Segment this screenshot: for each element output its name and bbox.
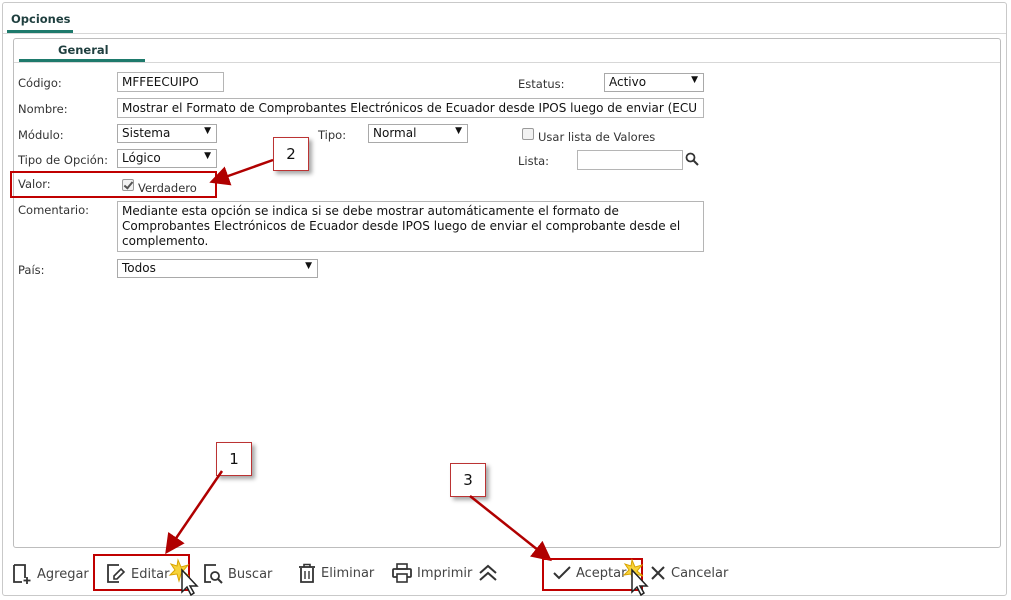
editar-button[interactable]: Editar [106, 563, 170, 585]
aceptar-label: Aceptar [576, 565, 627, 581]
close-icon [651, 566, 665, 580]
edit-document-icon [107, 564, 126, 583]
eliminar-button[interactable]: Eliminar [298, 563, 374, 583]
imprimir-button[interactable]: Imprimir [392, 563, 472, 583]
buscar-button[interactable]: Buscar [203, 563, 272, 585]
trash-icon [299, 563, 315, 583]
search-document-icon [204, 564, 223, 584]
arrow-1 [165, 470, 224, 555]
buscar-label: Buscar [228, 566, 273, 582]
agregar-button[interactable]: Agregar [12, 563, 89, 585]
printer-icon [392, 563, 412, 583]
arrow-2 [209, 158, 274, 186]
annotation-arrows [165, 158, 552, 562]
checkmark-icon [553, 566, 571, 580]
arrow-3 [469, 495, 552, 562]
add-document-icon [13, 564, 31, 584]
eliminar-label: Eliminar [321, 565, 375, 581]
collapse-up-icon[interactable] [478, 564, 498, 582]
cancelar-label: Cancelar [671, 565, 729, 581]
agregar-label: Agregar [37, 566, 89, 582]
imprimir-label: Imprimir [417, 565, 473, 581]
cancelar-button[interactable]: Cancelar [650, 565, 728, 581]
aceptar-button[interactable]: Aceptar [553, 565, 626, 581]
editar-label: Editar [131, 566, 170, 582]
click-cursor-icon [168, 558, 199, 596]
